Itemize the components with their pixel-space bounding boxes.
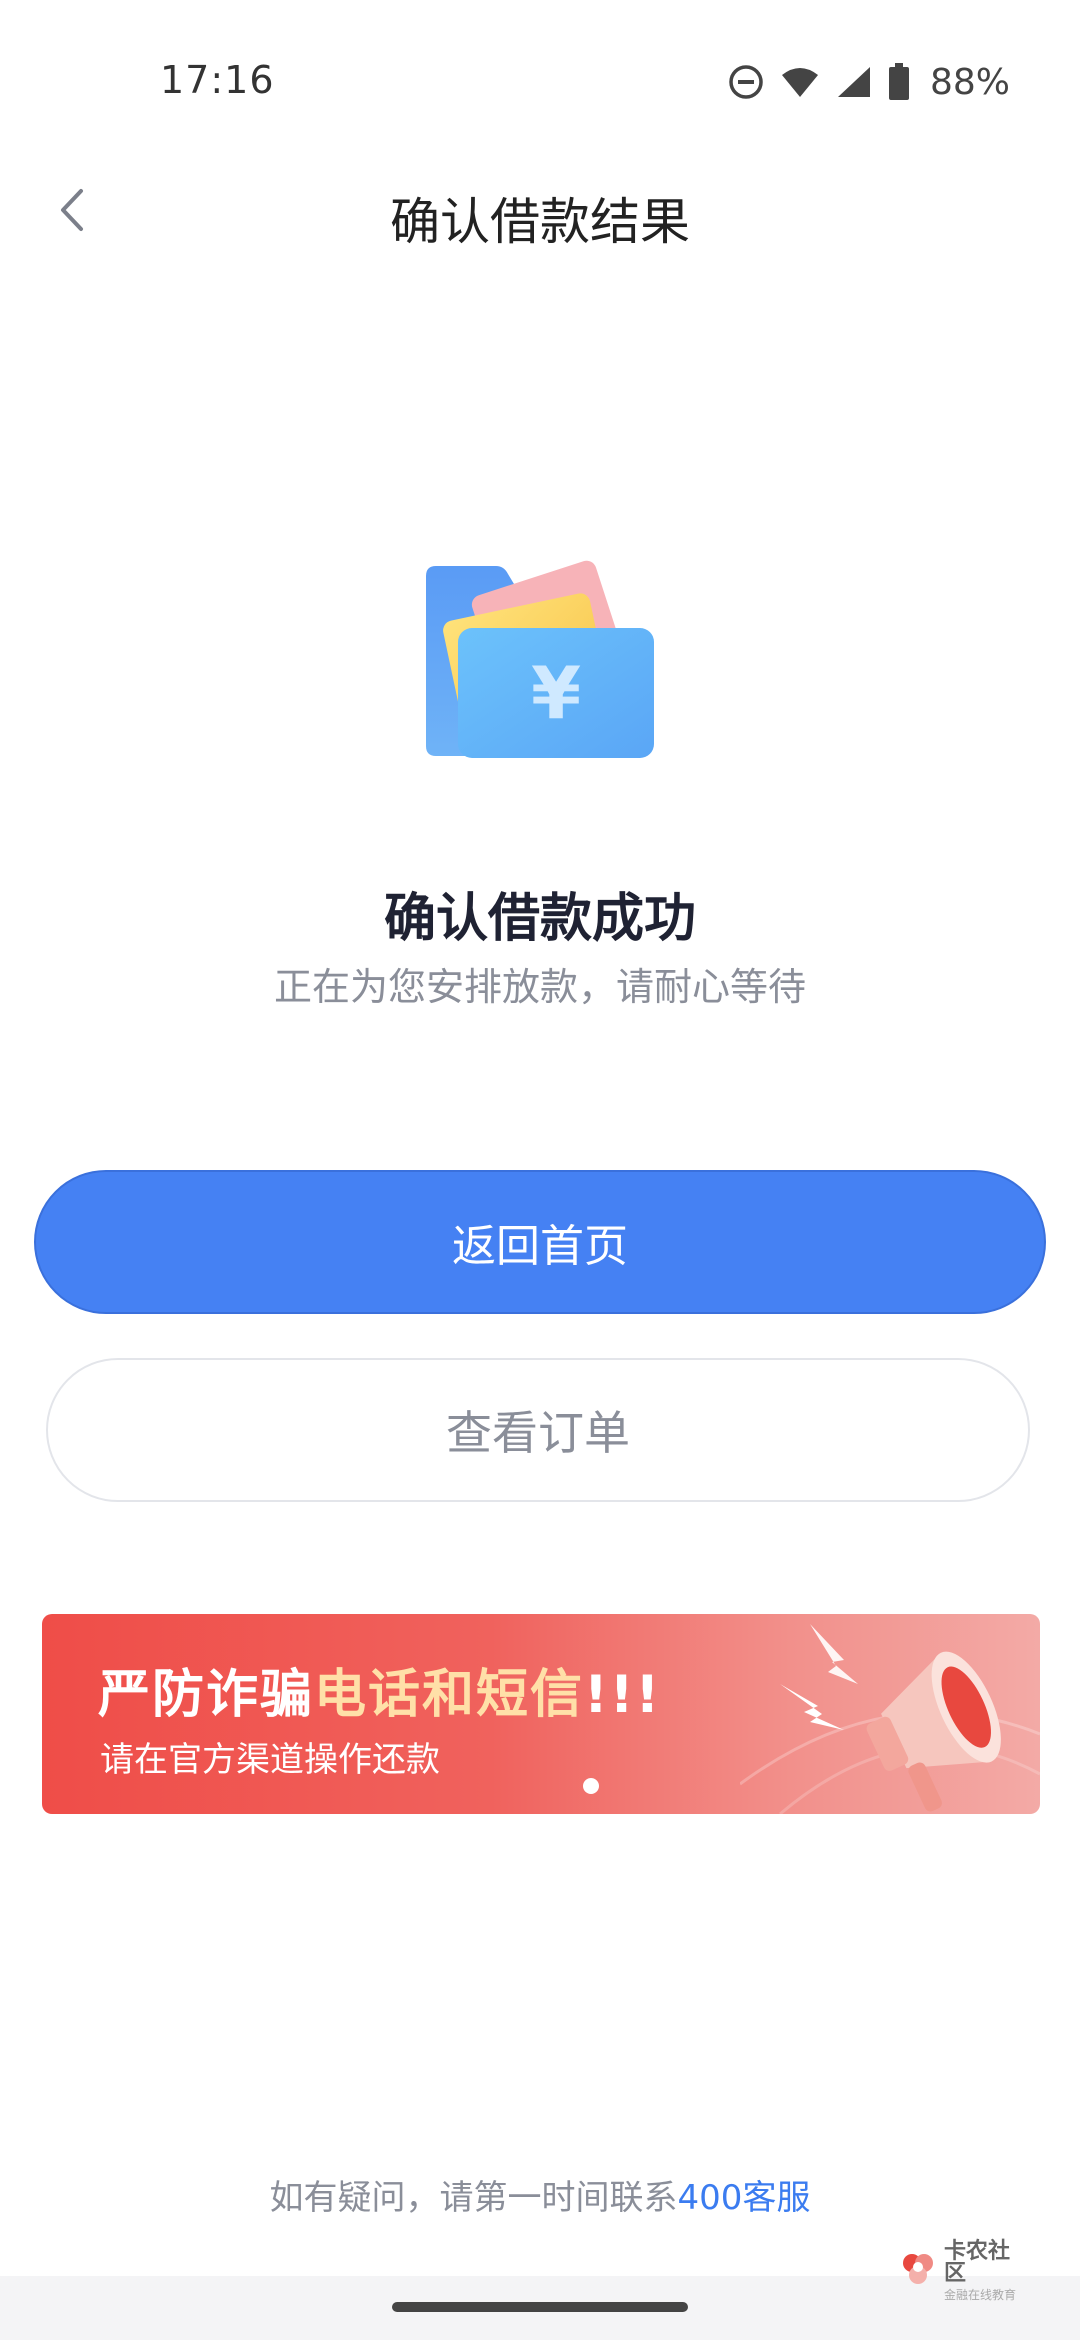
- page-title: 确认借款结果: [390, 193, 690, 251]
- carousel-indicator: [583, 1778, 599, 1794]
- home-indicator[interactable]: [392, 2302, 688, 2312]
- customer-service-link[interactable]: 400客服: [678, 2178, 811, 2218]
- status-time: 17:16: [160, 58, 275, 102]
- watermark-sub: 金融在线教育: [944, 2288, 1017, 2302]
- result-subtitle: 正在为您安排放款，请耐心等待: [273, 965, 806, 1009]
- page: 17:16 88% 确认借款结果 ¥ 确认借款成功 正在为您安排放款，请耐心等待…: [0, 0, 1080, 2340]
- back-home-label: 返回首页: [452, 1221, 628, 1272]
- anti-fraud-banner[interactable]: 严防诈骗电话和短信!!! 请在官方渠道操作还款: [42, 1614, 1040, 1814]
- contact-text: 如有疑问，请第一时间联系: [269, 2178, 678, 2218]
- battery-icon: [888, 63, 910, 101]
- watermark-main: 卡农社区: [944, 2239, 1011, 2286]
- back-home-button[interactable]: 返回首页: [34, 1170, 1046, 1314]
- view-order-button[interactable]: 查看订单: [46, 1358, 1030, 1502]
- view-order-label: 查看订单: [446, 1406, 630, 1460]
- banner-title-part1: 严防诈骗: [98, 1665, 315, 1725]
- do-not-disturb-icon: [728, 64, 764, 100]
- svg-text:¥: ¥: [531, 651, 581, 735]
- battery-percentage: 88%: [929, 61, 1010, 103]
- footer-contact: 如有疑问，请第一时间联系400客服: [0, 2170, 1080, 2219]
- wallet-yuan-icon: ¥: [410, 556, 670, 776]
- watermark: 卡农社区 金融在线教育: [898, 2241, 1028, 2301]
- banner-title: 严防诈骗电话和短信!!!: [98, 1652, 661, 1727]
- banner-title-part2: 电话和短信: [314, 1665, 585, 1725]
- banner-subtitle: 请在官方渠道操作还款: [100, 1740, 440, 1780]
- megaphone-icon: [739, 1614, 1040, 1814]
- status-bar: 17:16 88%: [0, 0, 1080, 160]
- kanong-logo-icon: [898, 2249, 938, 2293]
- status-icons: 88%: [728, 60, 1010, 104]
- result-title: 确认借款成功: [383, 889, 696, 949]
- banner-title-part3: !!!: [584, 1665, 662, 1725]
- signal-icon: [836, 65, 872, 99]
- wifi-icon: [780, 65, 820, 99]
